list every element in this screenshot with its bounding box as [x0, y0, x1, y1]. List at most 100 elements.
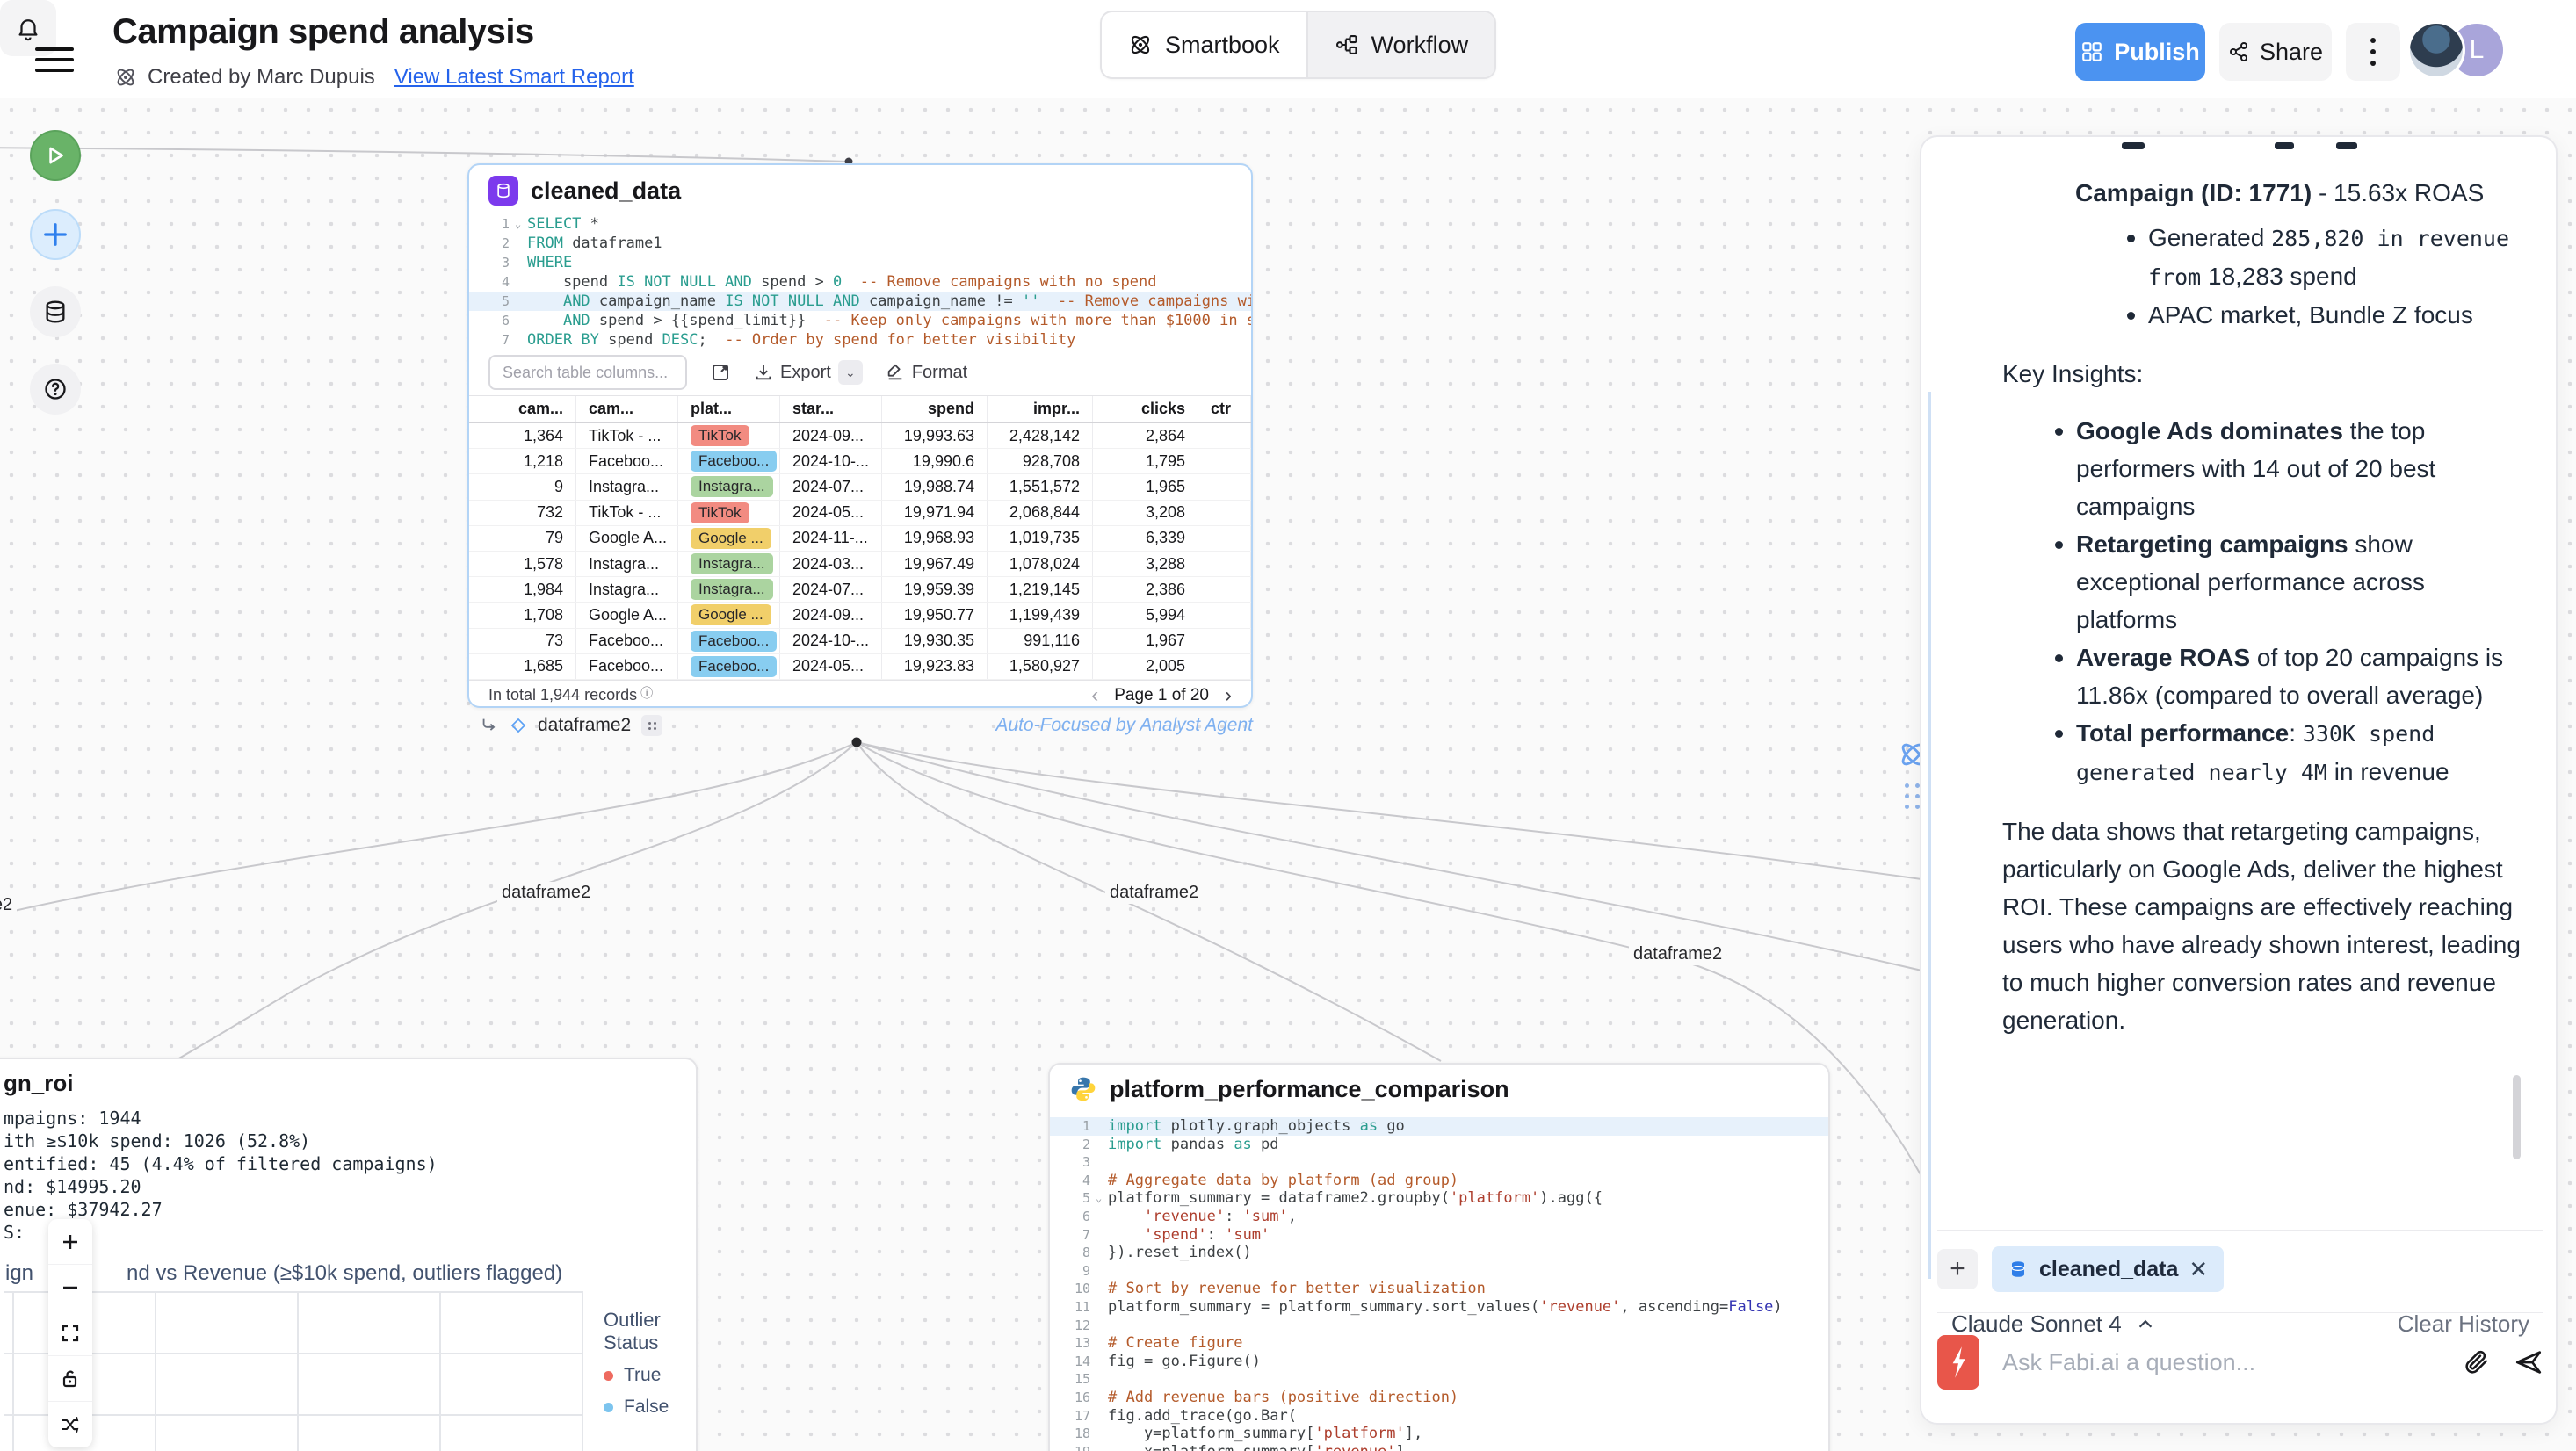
export-options-chevron[interactable]: ⌄: [838, 360, 863, 385]
message-drag-handle[interactable]: [1905, 783, 1920, 809]
output-port-label[interactable]: dataframe2: [538, 715, 631, 736]
list-item: Total performance: 330K spend generated …: [2053, 714, 2510, 791]
table-footer: In total 1,944 records ⓘ ‹ Page 1 of 20 …: [469, 680, 1251, 708]
output-port-row: dataframe2 Auto-Focused by Analyst Agent: [480, 715, 1253, 736]
export-button[interactable]: Export ⌄: [754, 360, 863, 385]
zoom-out-button[interactable]: [48, 1265, 92, 1310]
node-campaign-roi[interactable]: gn_roi mpaigns: 1944 ith ≥$10k spend: 10…: [0, 1058, 698, 1451]
list-item: Average ROAS of top 20 campaigns is 11.8…: [2053, 639, 2510, 714]
view-smart-report-link[interactable]: View Latest Smart Report: [394, 65, 634, 90]
chat-input[interactable]: [2002, 1349, 2440, 1376]
column-header[interactable]: cam...: [469, 396, 576, 422]
avatar-user-photo[interactable]: [2407, 21, 2465, 79]
table-row: 1,984Instagra...Instagra...2024-07...19,…: [469, 577, 1251, 603]
table-cell: 991,116: [988, 629, 1093, 653]
avatar-letter-text: L: [2470, 35, 2485, 65]
campaign-heading: Campaign (ID: 1771) - 15.63x ROAS: [2075, 174, 2529, 212]
summary-paragraph: The data shows that retargeting campaign…: [2002, 812, 2535, 1039]
data-sources-button[interactable]: [30, 286, 81, 337]
auto-layout-button[interactable]: [48, 1402, 92, 1447]
table-cell: [1198, 449, 1251, 473]
node-platform-performance-comparison[interactable]: platform_performance_comparison 1import …: [1048, 1063, 1830, 1451]
code-line: 4# Aggregate data by platform (ad group): [1050, 1172, 1828, 1190]
expand-table-button[interactable]: [710, 362, 731, 383]
context-chip-cleaned-data[interactable]: cleaned_data ✕: [1992, 1246, 2224, 1292]
table-cell: Instagra...: [576, 552, 678, 576]
table-cell: 1,795: [1093, 449, 1198, 473]
add-context-button[interactable]: +: [1937, 1249, 1978, 1289]
column-header[interactable]: clicks: [1093, 396, 1198, 422]
top-bar: Campaign spend analysis Created by Marc …: [0, 0, 2576, 98]
column-header[interactable]: ctr: [1198, 396, 1251, 422]
code-line: 14fig = go.Figure(): [1050, 1353, 1828, 1371]
add-node-button[interactable]: [30, 209, 81, 260]
edge-label-dataframe2-a: dataframe2: [497, 882, 595, 904]
code-line: 18 y=platform_summary['platform'],: [1050, 1425, 1828, 1443]
table-cell: 5,994: [1093, 603, 1198, 627]
page-title: Campaign spend analysis: [112, 12, 534, 52]
tab-workflow[interactable]: Workflow: [1306, 12, 1495, 77]
legend-item-false[interactable]: False: [604, 1397, 698, 1418]
table-cell: 1,019,735: [988, 526, 1093, 551]
lock-canvas-button[interactable]: [48, 1356, 92, 1402]
port-grip-handle[interactable]: [641, 715, 662, 736]
divider: [1937, 1230, 2543, 1231]
zoom-in-button[interactable]: [48, 1219, 92, 1265]
help-button[interactable]: [30, 364, 81, 415]
column-header[interactable]: impr...: [988, 396, 1093, 422]
table-row: 1,364TikTok - ...TikTok2024-09...19,993.…: [469, 423, 1251, 449]
search-input[interactable]: [488, 355, 687, 390]
legend-item-true[interactable]: True: [604, 1365, 698, 1386]
table-cell: [1198, 474, 1251, 499]
chart-legend: Outlier Status True False: [604, 1309, 698, 1418]
menu-icon[interactable]: [35, 40, 74, 69]
more-options-button[interactable]: [2346, 23, 2400, 81]
attach-icon[interactable]: [2463, 1348, 2491, 1376]
sql-code-editor[interactable]: 1⌄SELECT *2FROM dataframe13WHERE4 spend …: [469, 214, 1251, 350]
send-icon[interactable]: [2514, 1347, 2543, 1377]
fabi-logo: [1937, 1335, 1979, 1390]
publish-label: Publish: [2114, 39, 2200, 66]
share-button[interactable]: Share: [2219, 23, 2332, 81]
remove-context-icon[interactable]: ✕: [2189, 1256, 2208, 1283]
chat-scrollbar-thumb[interactable]: [2513, 1075, 2521, 1159]
table-cell: 19,988.74: [882, 474, 988, 499]
table-cell: 19,967.49: [882, 552, 988, 576]
code-line: 7ORDER BY spend DESC; -- Order by spend …: [469, 330, 1251, 350]
record-count: In total 1,944 records: [488, 686, 637, 704]
legend-false-label: False: [624, 1397, 669, 1418]
node-cleaned-data[interactable]: cleaned_data 1⌄SELECT *2FROM dataframe13…: [467, 163, 1253, 708]
branch-arrow-icon: [480, 716, 499, 735]
code-line: 6 'revenue': 'sum',: [1050, 1208, 1828, 1226]
table-cell: Instagra...: [576, 577, 678, 602]
code-line: 5⌄platform_summary = dataframe2.groupby(…: [1050, 1189, 1828, 1208]
code-line: 13# Create figure: [1050, 1334, 1828, 1353]
table-cell: Faceboo...: [678, 629, 780, 653]
plus-icon: [42, 221, 69, 248]
publish-button[interactable]: Publish: [2075, 23, 2205, 81]
column-header[interactable]: spend: [882, 396, 988, 422]
run-workflow-button[interactable]: [30, 130, 81, 181]
table-cell: 2,864: [1093, 423, 1198, 448]
python-code-editor[interactable]: 1import plotly.graph_objects as go2impor…: [1050, 1117, 1828, 1451]
tab-smartbook[interactable]: Smartbook: [1102, 12, 1306, 77]
chart-title-fragment-a: ign: [5, 1261, 33, 1286]
table-cell: TikTok - ...: [576, 501, 678, 525]
table-cell: 2,005: [1093, 654, 1198, 679]
table-cell: [1198, 603, 1251, 627]
column-header[interactable]: star...: [780, 396, 882, 422]
next-page-button[interactable]: ›: [1225, 683, 1232, 708]
column-header[interactable]: plat...: [678, 396, 780, 422]
table-cell: 3,288: [1093, 552, 1198, 576]
assistant-message: Campaign (ID: 1771) - 15.63x ROAS Genera…: [1921, 137, 2558, 1039]
created-by-text: Created by Marc Dupuis: [148, 65, 375, 90]
column-header[interactable]: cam...: [576, 396, 678, 422]
fit-view-button[interactable]: [48, 1310, 92, 1356]
table-row: 73Faceboo...Faceboo...2024-10-...19,930.…: [469, 629, 1251, 654]
table-cell: 1,708: [469, 603, 576, 627]
format-button[interactable]: Format: [886, 363, 967, 383]
table-cell: Instagra...: [576, 474, 678, 499]
table-cell: 19,959.39: [882, 577, 988, 602]
table-cell: 2,386: [1093, 577, 1198, 602]
prev-page-button[interactable]: ‹: [1091, 683, 1098, 708]
